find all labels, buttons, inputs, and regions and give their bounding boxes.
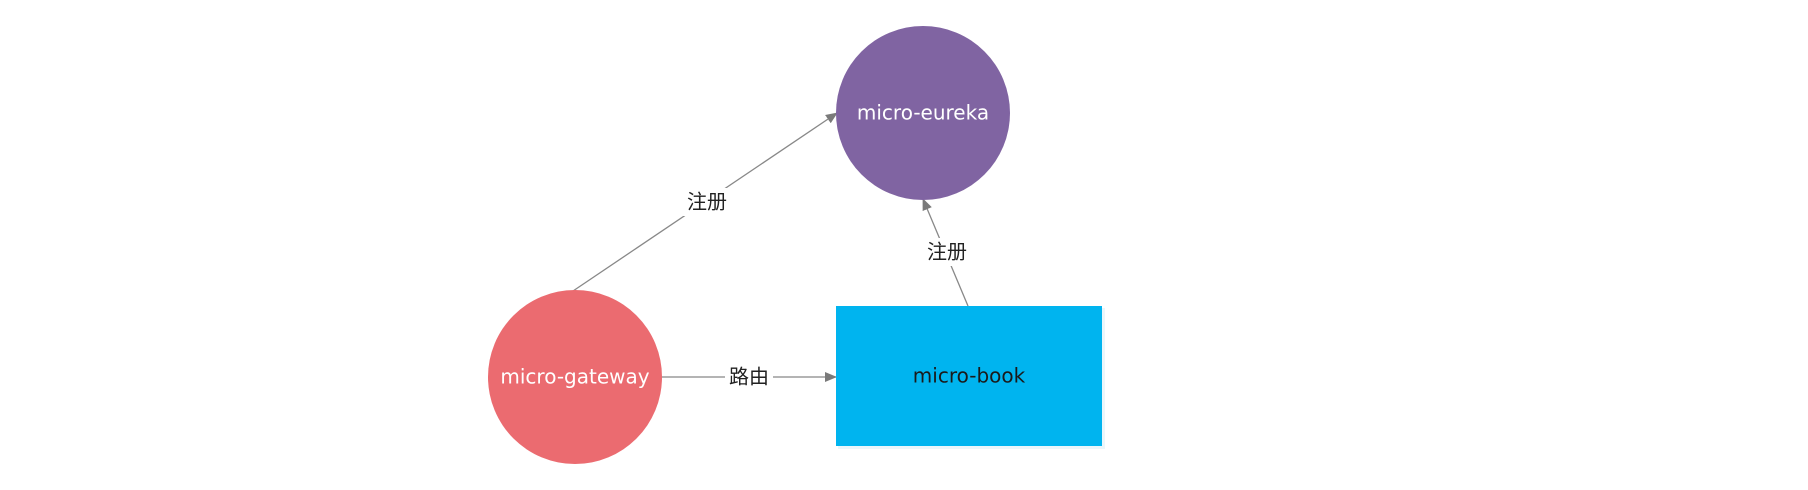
edge-label: 注册 — [687, 190, 727, 214]
edge-book-to-eureka: 注册 — [922, 198, 971, 307]
node-label: micro-book — [913, 364, 1026, 388]
edge-gateway-to-eureka: 注册 — [572, 112, 838, 292]
node-micro-gateway: micro-gateway — [488, 290, 662, 464]
edge-gateway-to-book: 路由 — [661, 363, 837, 391]
node-micro-book: micro-book — [836, 306, 1105, 449]
node-micro-eureka: micro-eureka — [836, 26, 1010, 200]
edge-label: 注册 — [927, 240, 967, 264]
node-label: micro-gateway — [500, 365, 649, 389]
architecture-diagram: 注册 注册 路由 micro-eureka micro-gateway micr… — [488, 26, 1105, 464]
edge-label: 路由 — [729, 365, 769, 389]
node-label: micro-eureka — [857, 101, 989, 125]
